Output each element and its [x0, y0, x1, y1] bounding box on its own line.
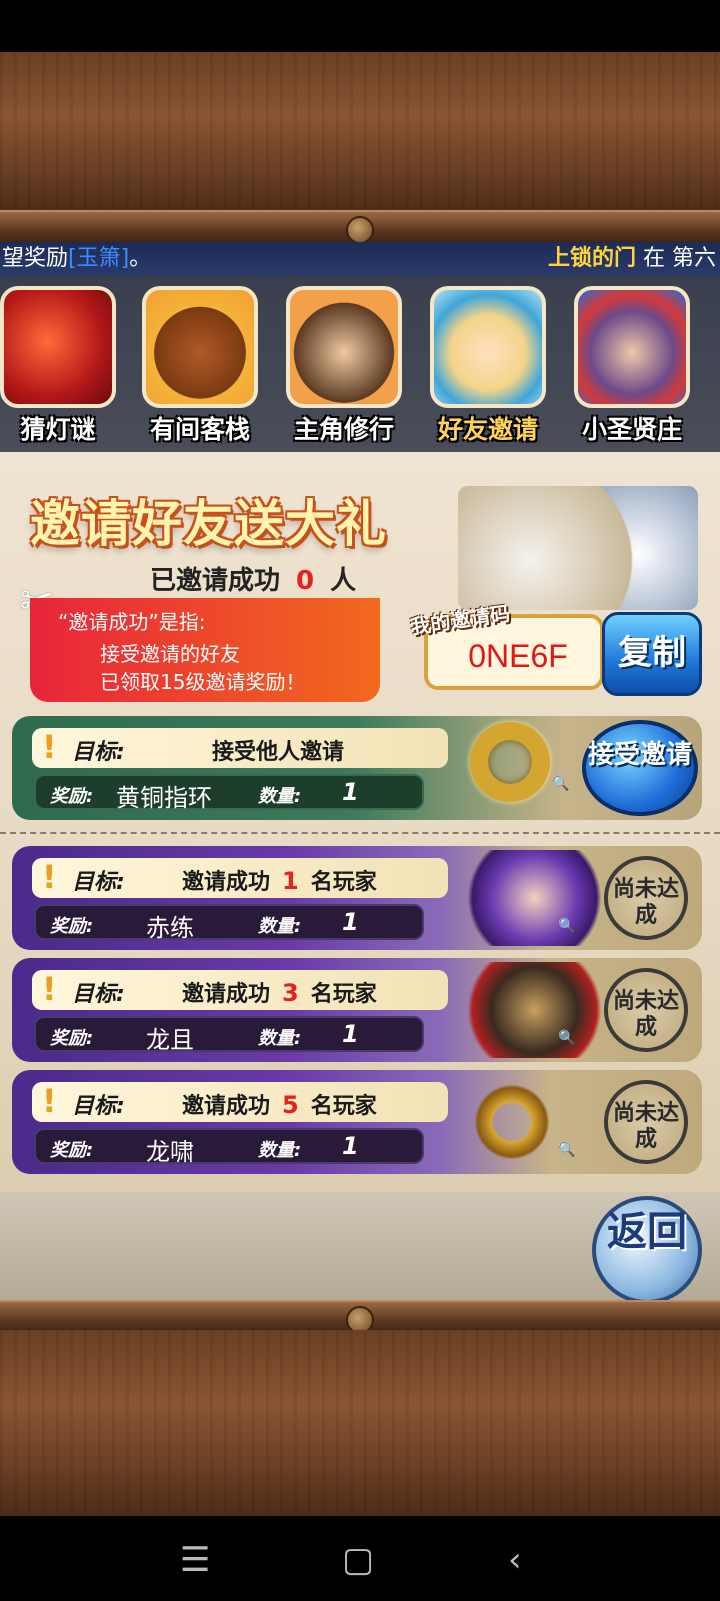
accept-invite-button[interactable]: 接受邀请 [582, 720, 698, 816]
task-invite-1: ! 目标: 邀请成功 1 名玩家 奖励: 赤练 数量: 1 尚未达成 [12, 846, 702, 950]
back-icon[interactable]: ‹ [508, 1540, 522, 1580]
magnifier-icon[interactable]: 🔍 [552, 776, 569, 792]
magnifier-icon[interactable]: 🔍 [558, 1142, 575, 1158]
invite-note: “邀请成功”是指: 接受邀请的好友 已领取15级邀请奖励！ [30, 598, 380, 702]
home-icon[interactable]: ▢ [342, 1540, 374, 1580]
chilian-character-icon[interactable] [452, 850, 602, 946]
tab-sage-manor[interactable]: 小圣贤庄 [570, 286, 694, 446]
divider [0, 832, 720, 834]
status-bar [0, 0, 720, 52]
task-reward: 奖励: 黄铜指环 数量: 1 [34, 774, 424, 812]
longju-character-icon[interactable] [452, 962, 602, 1058]
task-invite-5: ! 目标: 邀请成功 5 名玩家 奖励: 龙啸 数量: 1 尚未达成 [12, 1070, 702, 1174]
wood-frame-top [0, 52, 720, 212]
dragon-ring-item-icon[interactable] [472, 1074, 552, 1170]
status-not-achieved: 尚未达成 [604, 856, 688, 940]
tab-lantern-riddle[interactable]: 猜灯谜 [0, 286, 120, 446]
characters-illustration [458, 486, 698, 610]
scroll-rail-top [0, 210, 720, 246]
exclamation-icon: ! [42, 970, 57, 1008]
exclamation-icon: ! [42, 858, 57, 896]
magnifier-icon[interactable]: 🔍 [558, 1030, 575, 1046]
menu-icon[interactable]: ☰ [180, 1540, 210, 1580]
task-invite-3: ! 目标: 邀请成功 3 名玩家 奖励: 龙且 数量: 1 尚未达成 [12, 958, 702, 1062]
girl-portrait-icon [430, 286, 546, 408]
status-not-achieved: 尚未达成 [604, 968, 688, 1052]
tab-hero-training[interactable]: 主角修行 [282, 286, 406, 446]
wood-frame-bottom [0, 1330, 720, 1516]
magnifier-icon[interactable]: 🔍 [558, 918, 575, 934]
activity-tabs: 猜灯谜 有间客栈 主角修行 好友邀请 小圣贤庄 [0, 276, 720, 452]
hero-portrait-icon [286, 286, 402, 408]
copy-button[interactable]: 复制 [602, 612, 702, 696]
brass-ring-item-icon[interactable] [470, 722, 550, 802]
exclamation-icon: ! [42, 1082, 57, 1120]
task-goal: ! 目标: 接受他人邀请 [32, 728, 448, 768]
system-nav-bar: ☰ ▢ ‹ [0, 1516, 720, 1601]
invite-title: 邀请好友送大礼 [30, 494, 387, 553]
tab-friend-invite[interactable]: 好友邀请 [426, 286, 550, 446]
exclamation-icon: ! [42, 728, 57, 766]
invite-success-count: 已邀请成功 0 人 [150, 566, 357, 596]
tab-inn[interactable]: 有间客栈 [138, 286, 262, 446]
roast-chicken-icon [142, 286, 258, 408]
invite-code: 0NE6F [468, 638, 568, 674]
news-ticker: 望奖励[玉箫]。 上锁的门 在 第六 [0, 242, 720, 276]
back-button[interactable]: 返回 [592, 1196, 702, 1304]
status-not-achieved: 尚未达成 [604, 1080, 688, 1164]
sage-portrait-icon [574, 286, 690, 408]
lantern-icon [0, 286, 116, 408]
